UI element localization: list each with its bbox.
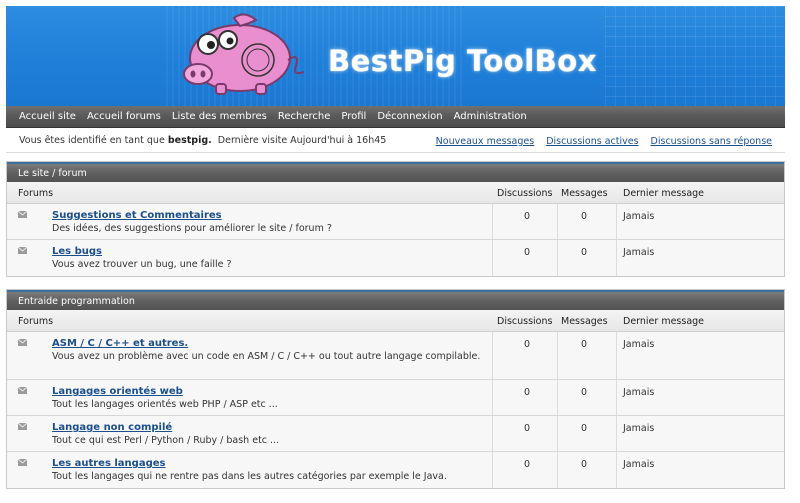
new-messages-link[interactable]: Nouveaux messages: [436, 136, 535, 147]
last-message: Jamais: [623, 387, 655, 398]
forum-title-link[interactable]: Langages orientés web: [52, 386, 183, 397]
nav-administration[interactable]: Administration: [454, 111, 527, 122]
nav-recherche[interactable]: Recherche: [278, 111, 331, 122]
last-message: Jamais: [623, 339, 655, 350]
last-visit: Dernière visite Aujourd'hui à 16h45: [217, 135, 387, 146]
messages-count: 0: [580, 339, 588, 350]
discussions-count: 0: [523, 459, 531, 470]
forum-icon: [18, 339, 27, 346]
discussions-count: 0: [523, 423, 531, 434]
forum-description: Vous avez un problème avec un code en AS…: [52, 351, 481, 362]
discussions-count: 0: [523, 247, 531, 258]
last-message: Jamais: [623, 247, 655, 258]
column-header: Forums Discussions Messages Dernier mess…: [7, 310, 784, 332]
forum-title-link[interactable]: Les bugs: [52, 246, 102, 257]
forum-description: Tout les langages qui ne rentre pas dans…: [52, 471, 447, 482]
category-title: Entraide programmation: [7, 290, 784, 310]
forum-description: Tout les langages orientés web PHP / ASP…: [52, 399, 278, 410]
nav-liste-membres[interactable]: Liste des membres: [172, 111, 267, 122]
main-nav: Accueil site Accueil forums Liste des me…: [6, 106, 785, 128]
messages-count: 0: [580, 423, 588, 434]
forum-icon: [18, 387, 27, 394]
forum-row: Les autres langages Tout les langages qu…: [7, 452, 784, 488]
col-discussions: Discussions: [497, 316, 553, 327]
forum-icon: [18, 423, 27, 430]
messages-count: 0: [580, 387, 588, 398]
col-forums: Forums: [18, 316, 54, 327]
unanswered-discussions-link[interactable]: Discussions sans réponse: [651, 136, 772, 147]
category-entraide-programmation: Entraide programmation Forums Discussion…: [6, 289, 785, 489]
col-discussions: Discussions: [497, 188, 553, 199]
forum-title-link[interactable]: ASM / C / C++ et autres.: [52, 338, 188, 349]
forum-icon: [18, 459, 27, 466]
col-last-message: Dernier message: [623, 188, 705, 199]
site-banner: BestPig ToolBox: [6, 6, 785, 106]
forum-description: Des idées, des suggestions pour améliore…: [52, 223, 332, 234]
nav-accueil-site[interactable]: Accueil site: [19, 111, 76, 122]
user-status-bar: Vous êtes identifié en tant que bestpig.…: [6, 129, 785, 153]
col-forums: Forums: [18, 188, 54, 199]
site-title: BestPig ToolBox: [328, 44, 597, 78]
forum-title-link[interactable]: Les autres langages: [52, 458, 165, 469]
forum-row: ASM / C / C++ et autres. Vous avez un pr…: [7, 332, 784, 380]
banner-grid: [605, 6, 785, 106]
discussions-count: 0: [523, 211, 531, 222]
column-header: Forums Discussions Messages Dernier mess…: [7, 182, 784, 204]
forum-description: Vous avez trouver un bug, une faille ?: [52, 259, 232, 270]
forum-row: Langages orientés web Tout les langages …: [7, 380, 784, 416]
quick-links: Nouveaux messages Discussions actives Di…: [436, 136, 772, 147]
discussions-count: 0: [523, 387, 531, 398]
forum-description: Tout ce qui est Perl / Python / Ruby / b…: [52, 435, 280, 446]
forum-icon: [18, 211, 27, 218]
messages-count: 0: [580, 459, 588, 470]
forum-row: Langage non compilé Tout ce qui est Perl…: [7, 416, 784, 452]
messages-count: 0: [580, 211, 588, 222]
col-messages: Messages: [561, 316, 608, 327]
forum-row: Les bugs Vous avez trouver un bug, une f…: [7, 240, 784, 276]
username: bestpig.: [167, 135, 212, 146]
active-discussions-link[interactable]: Discussions actives: [546, 136, 638, 147]
nav-profil[interactable]: Profil: [341, 111, 366, 122]
status-prefix: Vous êtes identifié en tant que: [19, 135, 165, 146]
nav-accueil-forums[interactable]: Accueil forums: [87, 111, 161, 122]
pig-mascot-icon: [183, 13, 305, 95]
forum-icon: [18, 247, 27, 254]
discussions-count: 0: [523, 339, 531, 350]
last-message: Jamais: [623, 211, 655, 222]
col-last-message: Dernier message: [623, 316, 705, 327]
last-message: Jamais: [623, 459, 655, 470]
forum-row: Suggestions et Commentaires Des idées, d…: [7, 204, 784, 240]
last-message: Jamais: [623, 423, 655, 434]
forum-title-link[interactable]: Langage non compilé: [52, 422, 172, 433]
forum-title-link[interactable]: Suggestions et Commentaires: [52, 210, 222, 221]
nav-deconnexion[interactable]: Déconnexion: [377, 111, 442, 122]
category-le-site-forum: Le site / forum Forums Discussions Messa…: [6, 161, 785, 277]
category-title: Le site / forum: [7, 162, 784, 182]
messages-count: 0: [580, 247, 588, 258]
col-messages: Messages: [561, 188, 608, 199]
